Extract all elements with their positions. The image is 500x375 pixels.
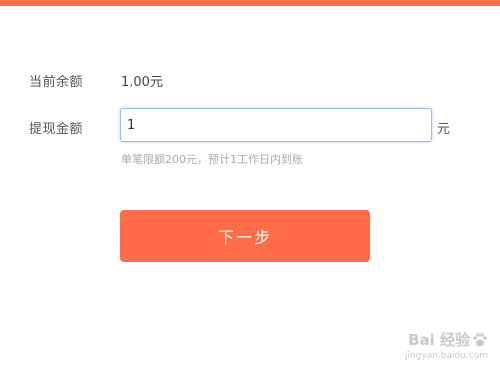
- withdraw-amount-input[interactable]: [120, 108, 432, 142]
- watermark: Bai 经验 jingyan.baidu.com: [405, 329, 488, 361]
- watermark-url: jingyan.baidu.com: [404, 351, 488, 361]
- withdraw-limit-hint: 单笔限额200元，预计1工作日内到账: [121, 153, 303, 166]
- baidu-paw-icon: [473, 332, 487, 346]
- balance-value: 1.00元: [121, 75, 163, 90]
- watermark-brand: Bai 经验: [408, 331, 470, 349]
- currency-unit: 元: [437, 122, 451, 137]
- top-accent-bar: [0, 0, 500, 6]
- balance-label: 当前余额: [29, 75, 84, 90]
- withdraw-page: 当前余额 1.00元 提现金额 元 单笔限额200元，预计1工作日内到账 下一步…: [0, 0, 500, 375]
- next-step-button[interactable]: 下一步: [120, 210, 370, 262]
- withdraw-amount-label: 提现金额: [29, 122, 84, 137]
